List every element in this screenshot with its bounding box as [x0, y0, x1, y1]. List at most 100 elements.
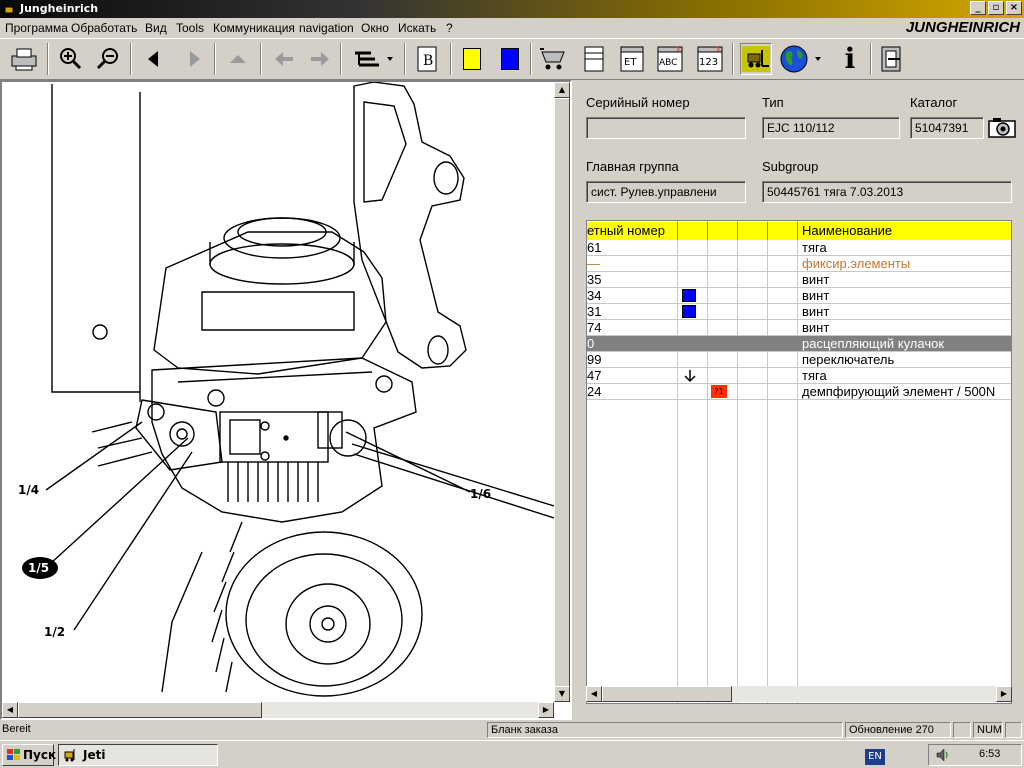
next-button[interactable]: [178, 43, 210, 75]
parts-drawing: 1/4 1/5 1/2 1/6: [18, 82, 554, 697]
windows-logo-icon: [7, 749, 20, 760]
table-row[interactable]: 34 винт: [587, 288, 1011, 304]
zoom-out-button[interactable]: [92, 43, 124, 75]
tree-structure-icon: [355, 51, 393, 67]
catalog-field[interactable]: 51047391: [910, 117, 984, 139]
language-indicator[interactable]: EN: [865, 749, 885, 765]
column-name[interactable]: Наименование: [798, 222, 1011, 240]
table-row[interactable]: 47 тяга: [587, 368, 1011, 384]
123-button[interactable]: 123 3: [694, 43, 726, 75]
print-button[interactable]: [8, 43, 40, 75]
grid-scroll-right-button[interactable]: ▶: [996, 686, 1012, 702]
blue-square-icon: [501, 48, 519, 70]
part-number-cell: 61: [587, 240, 602, 255]
minimize-button[interactable]: _: [970, 1, 986, 15]
et-button[interactable]: ET: [616, 43, 648, 75]
menu-communication[interactable]: Коммуникация: [213, 21, 295, 35]
restore-button[interactable]: ▫: [988, 1, 1004, 15]
info-icon: i: [844, 42, 856, 75]
drawing-vertical-scrollbar[interactable]: ▲ ▼: [554, 82, 570, 702]
scroll-left-button[interactable]: ◀: [2, 702, 18, 718]
callout-1-2[interactable]: 1/2: [44, 625, 65, 639]
previous-button[interactable]: [138, 43, 170, 75]
parts-grid[interactable]: етный номер Наименование 61 тяга — фиксир.э…: [586, 220, 1012, 704]
menu-view[interactable]: Вид: [145, 21, 167, 35]
table-row[interactable]: 24 ?1 демпфирующий элемент / 500N: [587, 384, 1011, 400]
scroll-right-button[interactable]: ▶: [538, 702, 554, 718]
zoom-in-icon: [60, 48, 82, 70]
blue-marker-button[interactable]: [494, 43, 526, 75]
main-group-label: Главная группа: [586, 159, 679, 174]
globe-dropdown-button[interactable]: [778, 43, 824, 75]
column-marker-4[interactable]: [768, 222, 798, 240]
forward-button[interactable]: [304, 43, 336, 75]
back-button[interactable]: [268, 43, 300, 75]
title-bar: Jungheinrich _ ▫ ×: [0, 0, 1024, 18]
column-marker-3[interactable]: [738, 222, 768, 240]
cabinet-button[interactable]: [578, 43, 610, 75]
status-num: NUM: [973, 722, 1003, 738]
drawing-horizontal-scrollbar[interactable]: ◀ ▶: [2, 702, 554, 718]
close-button[interactable]: ×: [1006, 1, 1022, 15]
cart-icon: [540, 48, 565, 70]
serial-field[interactable]: [586, 117, 746, 139]
up-button[interactable]: [222, 43, 254, 75]
forklift-small-icon: [64, 749, 75, 762]
menu-search[interactable]: Искать: [398, 21, 436, 35]
grid-hscroll-thumb[interactable]: [602, 686, 732, 702]
forklift-button[interactable]: [740, 43, 772, 75]
zoom-in-button[interactable]: [54, 43, 86, 75]
table-row[interactable]: 35 винт: [587, 272, 1011, 288]
start-button[interactable]: Пуск: [2, 744, 56, 766]
taskbar: Пуск Jeti EN 6:53: [0, 740, 1024, 768]
menu-navigation[interactable]: navigation: [299, 21, 354, 35]
column-marker-1[interactable]: [678, 222, 708, 240]
document-abc-icon: ABC 3: [657, 46, 683, 72]
zoom-out-icon: [96, 48, 118, 70]
menu-bar: Программа Обработать Вид Tools Коммуника…: [0, 18, 1024, 38]
cart-button[interactable]: [538, 43, 570, 75]
menu-tools[interactable]: Tools: [176, 21, 204, 35]
b-button[interactable]: B: [412, 43, 444, 75]
forklift-icon: [742, 46, 770, 72]
part-name-cell: тяга: [802, 368, 827, 383]
task-jeti[interactable]: Jeti: [58, 744, 218, 766]
table-row[interactable]: 74 винт: [587, 320, 1011, 336]
camera-button[interactable]: [988, 113, 1016, 143]
table-row[interactable]: 0 расцепляющий кулачок: [587, 336, 1011, 352]
grid-scroll-left-button[interactable]: ◀: [586, 686, 602, 702]
table-row[interactable]: 99 переключатель: [587, 352, 1011, 368]
column-part-number[interactable]: етный номер: [587, 222, 678, 240]
menu-window[interactable]: Окно: [361, 21, 389, 35]
column-marker-2[interactable]: [708, 222, 738, 240]
yellow-marker-button[interactable]: [456, 43, 488, 75]
toolbar: B ET ABC 3 123 3 i: [0, 38, 1024, 80]
abc-button[interactable]: ABC 3: [654, 43, 686, 75]
callout-1-5[interactable]: 1/5: [28, 561, 49, 575]
main-group-field[interactable]: сист. Рулев.управлени: [586, 181, 746, 203]
scroll-down-button[interactable]: ▼: [554, 686, 570, 702]
table-row[interactable]: 61 тяга: [587, 240, 1011, 256]
exit-button[interactable]: [876, 43, 908, 75]
info-button[interactable]: i: [834, 43, 866, 75]
info-pane: Серийный номер Тип EJC 110/112 Каталог 5…: [578, 80, 1024, 720]
menu-program[interactable]: Программа: [5, 21, 68, 35]
speaker-icon[interactable]: [935, 747, 951, 763]
svg-text:3: 3: [676, 46, 680, 53]
subgroup-field[interactable]: 50445761 тяга 7.03.2013: [762, 181, 1012, 203]
callout-1-6[interactable]: 1/6: [470, 487, 491, 501]
scroll-thumb[interactable]: [554, 98, 570, 688]
menu-edit[interactable]: Обработать: [71, 21, 137, 35]
table-row[interactable]: 31 винт: [587, 304, 1011, 320]
scroll-up-button[interactable]: ▲: [554, 82, 570, 98]
callout-1-4[interactable]: 1/4: [18, 483, 39, 497]
cabinet-icon: [584, 46, 604, 72]
hscroll-thumb[interactable]: [18, 702, 262, 718]
drawing-pane[interactable]: 1/4 1/5 1/2 1/6 ▲ ▼ ◀ ▶: [0, 80, 572, 720]
menu-help[interactable]: ?: [446, 21, 453, 35]
grid-horizontal-scrollbar[interactable]: ◀ ▶: [586, 686, 1012, 702]
structure-dropdown-button[interactable]: [350, 43, 396, 75]
type-field[interactable]: EJC 110/112: [762, 117, 900, 139]
serial-label: Серийный номер: [586, 95, 690, 110]
table-row[interactable]: — фиксир.элементы: [587, 256, 1011, 272]
